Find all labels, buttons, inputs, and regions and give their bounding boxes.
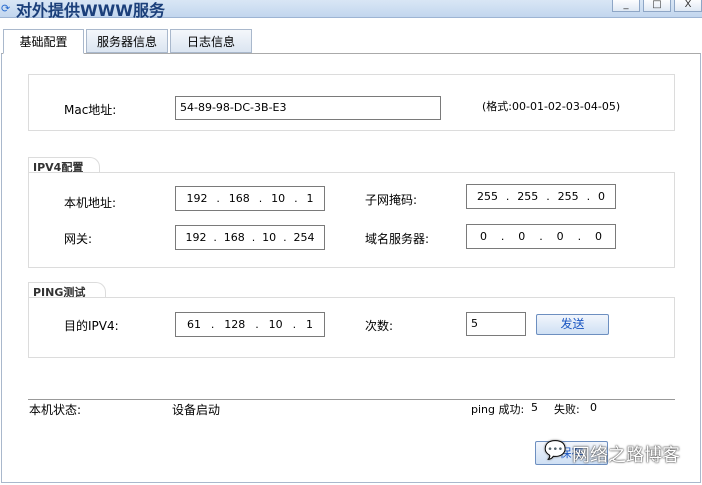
mac-label: Mac地址: xyxy=(64,103,117,117)
target-ip-input[interactable]: 61. 128. 10. 1 xyxy=(175,312,325,337)
octet: 0 xyxy=(556,230,564,243)
maximize-button[interactable]: □ xyxy=(643,0,671,12)
octet: 255 xyxy=(517,190,539,203)
octet: 0 xyxy=(594,230,602,243)
octet: 192 xyxy=(185,231,207,244)
subnet-label: 子网掩码: xyxy=(365,193,418,207)
ping-fail-count: 0 xyxy=(590,401,597,414)
title-bar: ⟳ 对外提供WWW服务 _ □ X xyxy=(0,0,702,20)
octet: 254 xyxy=(293,231,315,244)
window-title: 对外提供WWW服务 xyxy=(16,1,165,20)
octet: 1 xyxy=(305,318,313,331)
dns-input[interactable]: 0.0.0.0 xyxy=(466,224,616,249)
tab-server-info[interactable]: 服务器信息 xyxy=(86,29,168,53)
tab-basic-config[interactable]: 基础配置 xyxy=(3,29,84,54)
minimize-button[interactable]: _ xyxy=(612,0,640,12)
subnet-input[interactable]: 255. 255. 255. 0 xyxy=(466,184,616,209)
gateway-input[interactable]: 192. 168. 10. 254 xyxy=(175,225,325,250)
ping-success-count: 5 xyxy=(531,401,538,414)
local-ip-input[interactable]: 192. 168. 10. 1 xyxy=(175,186,325,211)
octet: 10 xyxy=(262,231,277,244)
octet: 1 xyxy=(306,192,314,205)
send-button[interactable]: 发送 xyxy=(536,314,609,335)
mac-input[interactable]: 54-89-98-DC-3B-E3 xyxy=(175,96,441,120)
octet: 0 xyxy=(518,230,526,243)
tab-log-info[interactable]: 日志信息 xyxy=(170,29,252,53)
ping-group-label: PING测试 xyxy=(28,282,106,299)
ping-success-label: ping 成功: xyxy=(471,403,525,416)
close-button[interactable]: X xyxy=(674,0,702,12)
ping-fail-label: 失败: xyxy=(554,403,580,416)
octet: 61 xyxy=(186,318,201,331)
octet: 10 xyxy=(268,318,283,331)
watermark: 网络之路博客 xyxy=(572,445,680,466)
octet: 10 xyxy=(271,192,286,205)
octet: 192 xyxy=(186,192,208,205)
count-label: 次数: xyxy=(365,319,394,333)
gateway-label: 网关: xyxy=(64,232,93,246)
status-value: 设备启动 xyxy=(172,403,221,417)
octet: 255 xyxy=(476,190,498,203)
wechat-icon: 💬 xyxy=(544,440,567,461)
octet: 0 xyxy=(479,230,487,243)
dns-label: 域名服务器: xyxy=(365,232,430,246)
octet: 168 xyxy=(228,192,250,205)
app-icon: ⟳ xyxy=(1,2,11,15)
octet: 128 xyxy=(224,318,246,331)
octet: 255 xyxy=(557,190,579,203)
octet: 0 xyxy=(597,190,605,203)
octet: 168 xyxy=(223,231,245,244)
count-input[interactable]: 5 xyxy=(466,312,526,336)
status-divider xyxy=(28,399,675,400)
target-ip-label: 目的IPV4: xyxy=(64,319,119,333)
status-label: 本机状态: xyxy=(29,403,82,417)
ipv4-group-label: IPV4配置 xyxy=(28,157,100,174)
local-ip-label: 本机地址: xyxy=(64,196,117,210)
mac-format-hint: (格式:00-01-02-03-04-05) xyxy=(482,100,621,113)
